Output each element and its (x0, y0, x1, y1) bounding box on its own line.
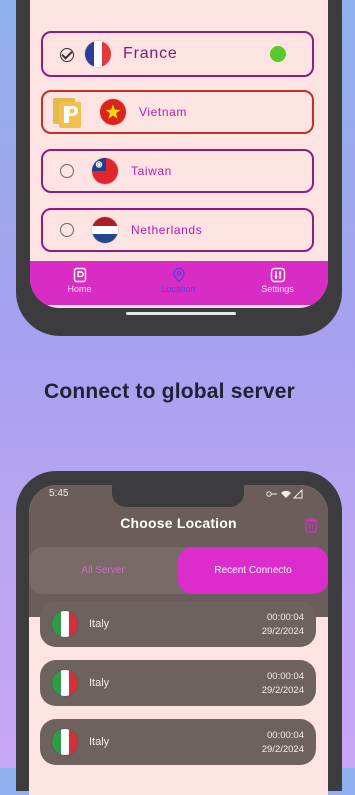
france-flag-icon (85, 41, 111, 67)
connection-duration: 00:00:04 (267, 612, 304, 623)
taiwan-flag-icon (92, 158, 118, 184)
recent-connection-row[interactable]: Italy 00:00:04 29/2/2024 (40, 719, 316, 765)
recent-connection-row[interactable]: Italy 00:00:04 29/2/2024 (40, 660, 316, 706)
country-name: Italy (89, 677, 110, 689)
netherlands-flag-icon (92, 217, 118, 243)
status-bar-time: 5:45 (49, 488, 69, 499)
server-name: Netherlands (131, 223, 203, 237)
vietnam-flag-icon (100, 99, 126, 125)
status-bar-icons (266, 489, 303, 499)
nav-home-label: Home (67, 284, 92, 294)
server-tabs: All Server Recent Connecto (29, 547, 328, 594)
connection-date: 29/2/2024 (261, 685, 304, 696)
server-name: Taiwan (131, 164, 172, 178)
server-row-france[interactable]: France (41, 31, 314, 77)
connected-status-dot (270, 46, 286, 62)
camera-notch (112, 485, 244, 507)
italy-flag-icon (52, 670, 78, 696)
phone-mockup-top: France Vietnam Taiwan Netherlands Home L… (16, 0, 342, 336)
server-row-netherlands[interactable]: Netherlands (41, 208, 314, 252)
checkbox-icon[interactable] (60, 48, 74, 62)
radio-button[interactable] (60, 164, 74, 178)
server-list-screen: France Vietnam Taiwan Netherlands Home L… (30, 0, 328, 308)
choose-location-screen: 5:45 Choose Location All Server Recent C… (29, 485, 328, 795)
promo-caption: Connect to global server (43, 380, 296, 403)
connection-date: 29/2/2024 (261, 744, 304, 755)
tab-all-server[interactable]: All Server (29, 547, 177, 594)
page-title: Choose Location (120, 515, 237, 531)
location-pin-icon (172, 267, 185, 283)
server-row-taiwan[interactable]: Taiwan (41, 149, 314, 193)
nav-location-label: Location (161, 284, 196, 294)
italy-flag-icon (52, 729, 78, 755)
country-name: Italy (89, 618, 110, 630)
connection-duration: 00:00:04 (267, 730, 304, 741)
home-indicator (126, 312, 236, 315)
delete-history-icon[interactable] (304, 517, 318, 533)
bottom-navigation: Home Location Settings (30, 261, 328, 305)
server-name: Vietnam (139, 105, 188, 119)
home-icon (73, 267, 86, 283)
connection-date: 29/2/2024 (261, 626, 304, 637)
radio-button[interactable] (60, 223, 74, 237)
country-name: Italy (89, 736, 110, 748)
server-name: France (123, 45, 178, 62)
recent-connection-row[interactable]: Italy 00:00:04 29/2/2024 (40, 601, 316, 647)
server-row-vietnam[interactable]: Vietnam (41, 90, 314, 134)
settings-sliders-icon (270, 267, 285, 283)
tab-recent-connection[interactable]: Recent Connecto (178, 547, 328, 594)
premium-badge-icon (53, 96, 83, 128)
connection-duration: 00:00:04 (267, 671, 304, 682)
nav-settings[interactable]: Settings (228, 261, 327, 305)
nav-settings-label: Settings (261, 284, 294, 294)
phone-mockup-bottom: 5:45 Choose Location All Server Recent C… (16, 471, 342, 795)
nav-location[interactable]: Location (129, 261, 228, 305)
nav-home[interactable]: Home (30, 261, 129, 305)
italy-flag-icon (52, 611, 78, 637)
header: 5:45 Choose Location All Server Recent C… (29, 485, 328, 617)
